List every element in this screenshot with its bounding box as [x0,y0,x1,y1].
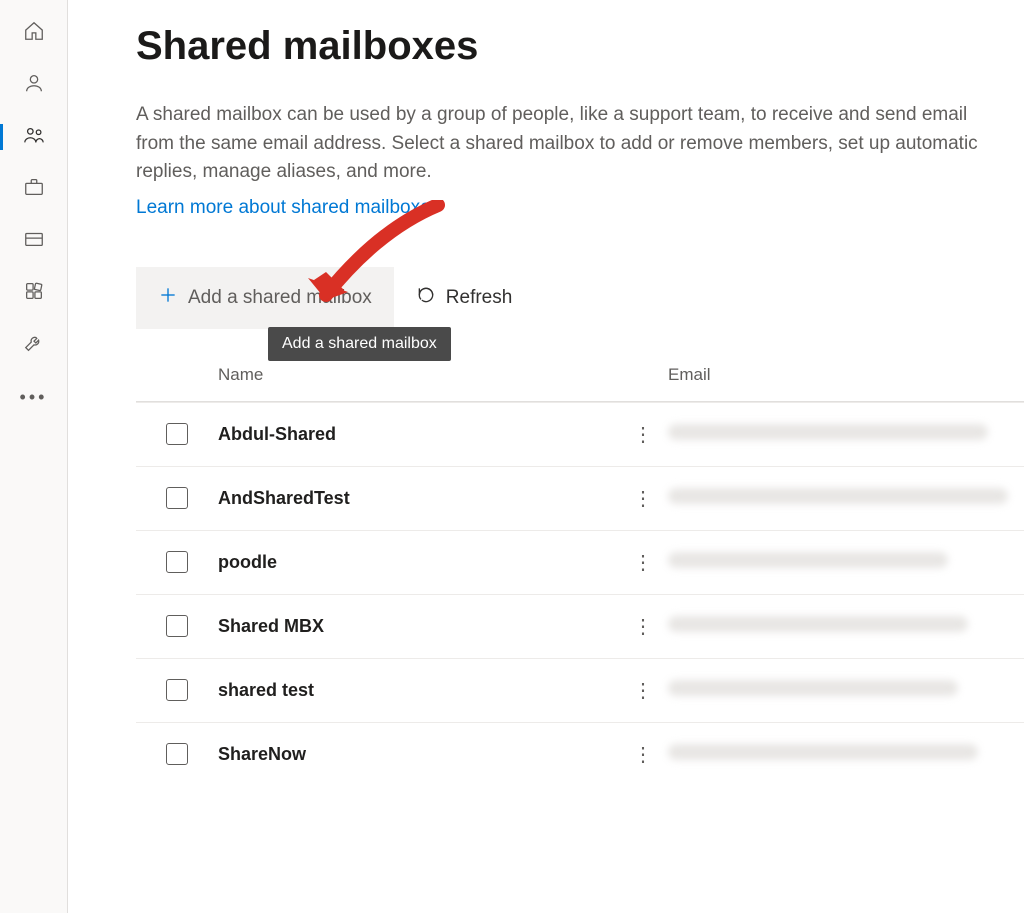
table-row[interactable]: ShareNow ⋮ [136,722,1024,786]
more-vertical-icon: ⋮ [633,552,653,574]
row-more-actions[interactable]: ⋮ [618,614,668,639]
mailbox-name: shared test [218,680,618,701]
row-checkbox[interactable] [166,615,188,637]
nav-settings[interactable] [0,322,68,368]
mailbox-name: poodle [218,552,618,573]
toolbar: Add a shared mailbox Refresh Add a share… [136,267,1024,329]
row-checkbox[interactable] [166,487,188,509]
nav-resources[interactable] [0,166,68,212]
row-more-actions[interactable]: ⋮ [618,742,668,767]
left-nav: ••• [0,0,68,913]
page-title: Shared mailboxes [136,24,1024,69]
teams-icon [23,124,45,151]
table-row[interactable]: shared test ⋮ [136,658,1024,722]
mailbox-email [668,680,1024,701]
add-shared-mailbox-button[interactable]: Add a shared mailbox [136,267,394,329]
mailbox-email [668,616,1024,637]
more-vertical-icon: ⋮ [633,744,653,766]
nav-teams[interactable] [0,114,68,160]
mailbox-name: Abdul-Shared [218,424,618,445]
main-content: Shared mailboxes A shared mailbox can be… [68,0,1024,913]
nav-home[interactable] [0,10,68,56]
row-more-actions[interactable]: ⋮ [618,486,668,511]
nav-more[interactable]: ••• [0,374,68,420]
nav-apps[interactable] [0,270,68,316]
table-row[interactable]: Abdul-Shared ⋮ [136,402,1024,466]
mailbox-email [668,552,1024,573]
row-more-actions[interactable]: ⋮ [618,422,668,447]
nav-billing[interactable] [0,218,68,264]
page-description: A shared mailbox can be used by a group … [136,101,1006,187]
more-vertical-icon: ⋮ [633,488,653,510]
refresh-button[interactable]: Refresh [394,267,535,329]
mailbox-name: ShareNow [218,744,618,765]
wrench-icon [23,332,45,359]
row-checkbox[interactable] [166,743,188,765]
table-header-row: Name Email [136,365,1024,401]
card-icon [23,228,45,255]
mailbox-name: AndSharedTest [218,488,618,509]
row-checkbox[interactable] [166,551,188,573]
table-row[interactable]: poodle ⋮ [136,530,1024,594]
row-more-actions[interactable]: ⋮ [618,678,668,703]
more-vertical-icon: ⋮ [633,424,653,446]
learn-more-link[interactable]: Learn more about shared mailboxes [136,197,440,219]
column-header-email[interactable]: Email [668,365,1024,385]
refresh-icon [416,285,436,311]
refresh-button-label: Refresh [446,287,513,309]
plus-icon [158,285,178,311]
row-more-actions[interactable]: ⋮ [618,550,668,575]
mailbox-name: Shared MBX [218,616,618,637]
table-row[interactable]: Shared MBX ⋮ [136,594,1024,658]
more-icon: ••• [20,387,48,408]
user-icon [23,72,45,99]
apps-icon [23,280,45,307]
row-checkbox[interactable] [166,679,188,701]
mailbox-email [668,424,1024,445]
add-tooltip: Add a shared mailbox [268,327,451,361]
mailbox-table: Name Email Abdul-Shared ⋮ AndSharedTest … [136,365,1024,786]
table-row[interactable]: AndSharedTest ⋮ [136,466,1024,530]
column-header-name[interactable]: Name [218,365,618,385]
more-vertical-icon: ⋮ [633,680,653,702]
home-icon [23,20,45,47]
nav-users[interactable] [0,62,68,108]
mailbox-email [668,744,1024,765]
add-button-label: Add a shared mailbox [188,287,372,309]
mailbox-email [668,488,1024,509]
more-vertical-icon: ⋮ [633,616,653,638]
row-checkbox[interactable] [166,423,188,445]
briefcase-icon [23,176,45,203]
